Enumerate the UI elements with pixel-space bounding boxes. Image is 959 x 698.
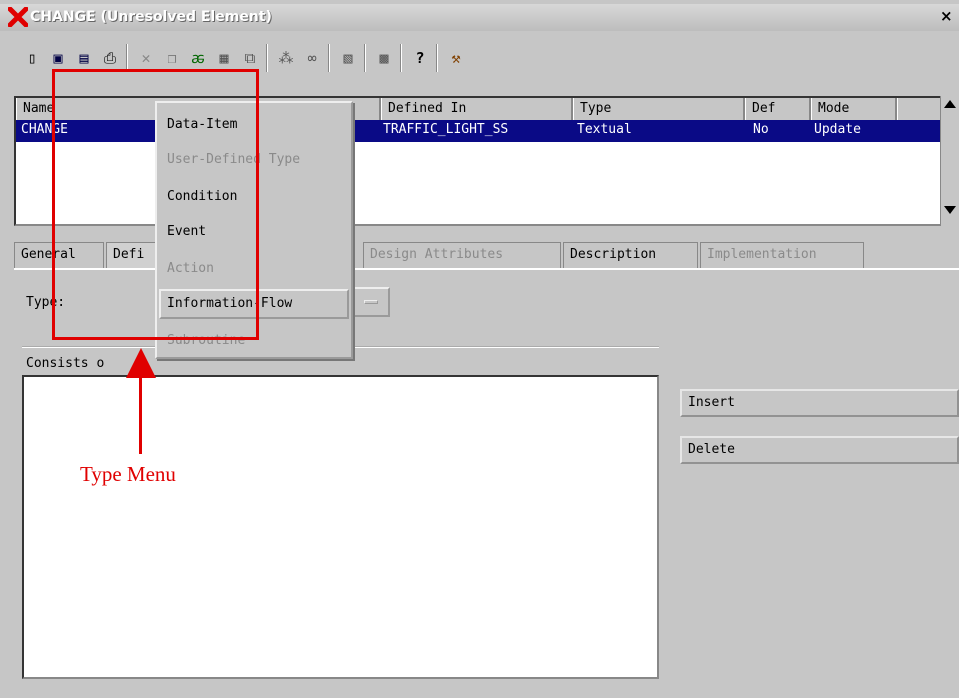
app-x-icon — [8, 7, 28, 27]
option-indicator-icon — [364, 300, 378, 304]
link-icon[interactable]: ⧉ — [238, 46, 262, 70]
insert-button[interactable]: Insert — [680, 389, 959, 417]
copy-icon[interactable]: ❐ — [160, 46, 184, 70]
scroll-up-icon[interactable] — [944, 100, 956, 108]
toolbar-separator — [364, 44, 366, 72]
toolbar-separator — [328, 44, 330, 72]
graph-icon[interactable]: ▧ — [336, 46, 360, 70]
toolbar-separator — [266, 44, 268, 72]
toolbar-separator — [436, 44, 438, 72]
annotation-arrow-line — [139, 370, 142, 454]
cell-type: Textual — [577, 122, 632, 137]
annotation-highlight-box — [52, 69, 259, 340]
cell-mode: Update — [814, 122, 861, 137]
column-header-type[interactable]: Type — [573, 98, 745, 120]
check-icon[interactable]: ꬱ — [186, 46, 210, 70]
cell-def: No — [753, 122, 769, 137]
save-down-icon[interactable]: ▤ — [72, 46, 96, 70]
diagram-icon[interactable]: ▦ — [212, 46, 236, 70]
column-header-mode[interactable]: Mode — [811, 98, 897, 120]
column-header-defined-in[interactable]: Defined In — [381, 98, 573, 120]
scroll-down-icon[interactable] — [944, 206, 956, 214]
save-icon[interactable]: ▣ — [46, 46, 70, 70]
annotation-label: Type Menu — [80, 462, 176, 486]
column-header-blank — [897, 98, 942, 120]
delete-button[interactable]: Delete — [680, 436, 959, 464]
column-header-def[interactable]: Def — [745, 98, 811, 120]
new-icon[interactable]: ▯ — [20, 46, 44, 70]
toolbar-separator — [400, 44, 402, 72]
tab-description[interactable]: Description — [563, 242, 698, 268]
title-bar[interactable]: CHANGE (Unresolved Element) × — [0, 4, 959, 31]
type-option-button[interactable] — [352, 287, 390, 317]
delete-icon[interactable]: ✕ — [134, 46, 158, 70]
tree-icon[interactable]: ⁂ — [274, 46, 298, 70]
table-scrollbar[interactable] — [940, 96, 959, 226]
window-title: CHANGE (Unresolved Element) — [30, 9, 272, 25]
tab-implementation[interactable]: Implementation — [700, 242, 864, 268]
print-icon[interactable]: ⎙ — [98, 46, 122, 70]
tab-design-attributes[interactable]: Design Attributes — [363, 242, 561, 268]
tool-icon[interactable]: ⚒ — [444, 46, 468, 70]
help-icon[interactable]: ? — [408, 46, 432, 70]
consists-of-label: Consists o — [26, 356, 105, 371]
close-button[interactable]: × — [940, 7, 953, 25]
consists-of-list[interactable] — [22, 375, 659, 679]
toolbar-separator — [126, 44, 128, 72]
binoculars-icon[interactable]: ∞ — [300, 46, 324, 70]
cell-defined-in: TRAFFIC_LIGHT_SS — [383, 122, 509, 137]
compare-icon[interactable]: ▩ — [372, 46, 396, 70]
